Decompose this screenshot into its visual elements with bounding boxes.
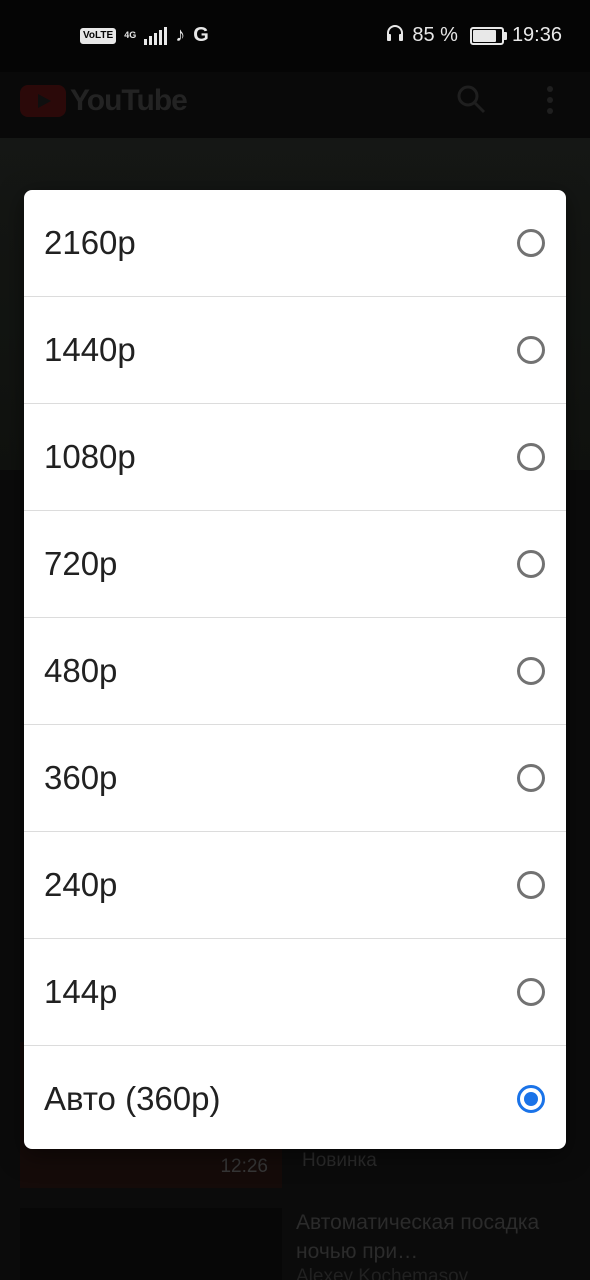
quality-option-1080p[interactable]: 1080p xyxy=(24,404,566,511)
status-bar: VoLTE 4G ♪ G 85 % 19:36 xyxy=(0,0,590,72)
quality-option-240p[interactable]: 240p xyxy=(24,832,566,939)
screen: VoLTE 4G ♪ G 85 % 19:36 YouTube 12:26 Но… xyxy=(0,0,590,1280)
quality-option-2160p[interactable]: 2160p xyxy=(24,190,566,297)
quality-dialog: 2160p 1440p 1080p 720p 480p 360p 240p 14… xyxy=(24,190,566,1149)
google-icon: G xyxy=(193,24,209,46)
quality-option-label: 1080p xyxy=(44,438,136,475)
radio-unchecked-icon[interactable] xyxy=(517,764,545,792)
quality-option-1440p[interactable]: 1440p xyxy=(24,297,566,404)
signal-icon xyxy=(144,26,168,45)
quality-option-label: 240p xyxy=(44,866,118,903)
quality-option-144p[interactable]: 144p xyxy=(24,939,566,1046)
status-bar-left: VoLTE 4G ♪ G xyxy=(80,24,209,47)
quality-option-label: 2160p xyxy=(44,224,136,261)
status-bar-right: 85 % 19:36 xyxy=(386,24,562,47)
tiktok-icon: ♪ xyxy=(175,24,186,46)
quality-option-label: Авто (360p) xyxy=(44,1080,221,1117)
quality-option-720p[interactable]: 720p xyxy=(24,511,566,618)
network-type-label: 4G xyxy=(124,30,137,40)
volte-icon: VoLTE xyxy=(80,27,117,44)
quality-option-label: 360p xyxy=(44,759,118,796)
quality-option-auto[interactable]: Авто (360p) xyxy=(24,1046,566,1149)
quality-option-label: 480p xyxy=(44,652,118,689)
radio-unchecked-icon[interactable] xyxy=(517,336,545,364)
battery-level-fill xyxy=(472,29,497,42)
radio-unchecked-icon[interactable] xyxy=(517,978,545,1006)
battery-percent: 85 % xyxy=(412,24,458,46)
radio-checked-icon[interactable] xyxy=(517,1085,545,1113)
radio-unchecked-icon[interactable] xyxy=(517,550,545,578)
quality-option-label: 720p xyxy=(44,545,118,582)
battery-icon xyxy=(469,26,507,45)
radio-unchecked-icon[interactable] xyxy=(517,443,545,471)
radio-unchecked-icon[interactable] xyxy=(517,229,545,257)
headset-icon xyxy=(386,24,404,47)
radio-unchecked-icon[interactable] xyxy=(517,871,545,899)
quality-option-label: 144p xyxy=(44,973,118,1010)
clock: 19:36 xyxy=(511,24,562,46)
quality-option-360p[interactable]: 360p xyxy=(24,725,566,832)
quality-option-label: 1440p xyxy=(44,331,136,368)
radio-unchecked-icon[interactable] xyxy=(517,657,545,685)
quality-option-480p[interactable]: 480p xyxy=(24,618,566,725)
